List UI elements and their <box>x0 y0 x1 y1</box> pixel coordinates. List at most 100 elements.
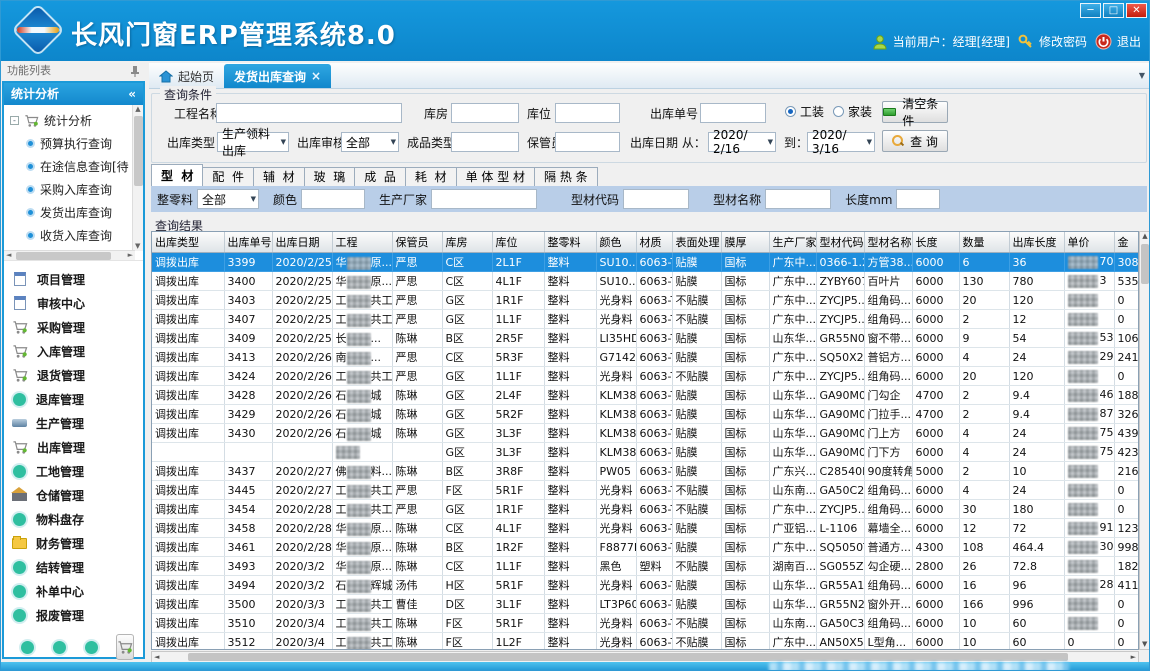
tab-list-dropdown-icon[interactable]: ▼ <box>1139 71 1145 80</box>
color-input[interactable] <box>301 189 365 209</box>
tab-close-icon[interactable]: × <box>311 69 321 83</box>
audit-select[interactable]: 全部▼ <box>341 132 399 152</box>
table-row[interactable]: 调拨出库33992020/2/25华原...严思C区2L1F整料SU10...6… <box>152 253 1139 272</box>
material-tab[interactable]: 耗 材 <box>405 167 457 186</box>
material-tab[interactable]: 型 材 <box>151 164 203 186</box>
collapse-icon[interactable]: « <box>128 83 136 105</box>
column-header[interactable]: 出库类型 <box>152 232 224 253</box>
date-from-select[interactable]: 2020/ 2/16▼ <box>708 132 776 152</box>
date-to-select[interactable]: 2020/ 3/16▼ <box>807 132 875 152</box>
table-row[interactable]: 调拨出库34002020/2/25华原...严思C区4L1F整料SU10...6… <box>152 272 1139 291</box>
change-password-button[interactable]: 修改密码 <box>1018 33 1087 50</box>
sidebar-module-退库管理[interactable]: 退库管理 <box>12 387 143 411</box>
table-row[interactable]: 调拨出库34452020/2/27工共工程严思F区5R1F整料光身料6063-T… <box>152 481 1139 500</box>
tree-item[interactable]: 收货入库查询 <box>10 224 143 247</box>
length-input[interactable] <box>896 189 940 209</box>
location-input[interactable] <box>555 103 620 123</box>
profile-name-input[interactable] <box>765 189 831 209</box>
sidebar-module-结转管理[interactable]: 结转管理 <box>12 555 143 579</box>
column-header[interactable]: 金 <box>1114 232 1139 253</box>
table-row[interactable]: 调拨出库34942020/3/2石辉城汤伟H区5R1F整料光身料6063-T5贴… <box>152 576 1139 595</box>
sidebar-module-项目管理[interactable]: 项目管理 <box>12 267 143 291</box>
logout-button[interactable]: 退出 <box>1095 33 1141 50</box>
radio-home[interactable]: 家装 <box>833 103 872 120</box>
column-header[interactable]: 数量 <box>959 232 1009 253</box>
warehouse-input[interactable] <box>451 103 519 123</box>
column-header[interactable]: 膜厚 <box>721 232 769 253</box>
column-header[interactable]: 表面处理 <box>672 232 721 253</box>
sidebar-module-生产管理[interactable]: 生产管理 <box>12 411 143 435</box>
order-no-input[interactable] <box>700 103 766 123</box>
table-row[interactable]: 调拨出库34242020/2/26工共工程严思G区1L1F整料光身料6063-T… <box>152 367 1139 386</box>
keeper-input[interactable] <box>555 132 620 152</box>
maximize-button[interactable]: □ <box>1103 3 1124 18</box>
pin-icon[interactable] <box>130 65 140 77</box>
table-row[interactable]: 调拨出库34032020/2/25工共工程严思G区1R1F整料光身料6063-T… <box>152 291 1139 310</box>
table-row[interactable]: 调拨出库34072020/2/25工共工程严思G区1L1F整料光身料6063-T… <box>152 310 1139 329</box>
table-row[interactable]: 调拨出库34372020/2/27佛料...陈琳B区3R8F整料PW056063… <box>152 462 1139 481</box>
minimize-button[interactable]: ─ <box>1080 3 1101 18</box>
table-row[interactable]: 调拨出库34092020/2/25长...陈琳B区2R5F整料LI35HD606… <box>152 329 1139 348</box>
column-header[interactable]: 库位 <box>492 232 544 253</box>
sidebar-module-出库管理[interactable]: 出库管理 <box>12 435 143 459</box>
cart-module-button[interactable] <box>116 634 134 660</box>
column-header[interactable]: 出库日期 <box>272 232 332 253</box>
manufacturer-input[interactable] <box>431 189 537 209</box>
collapsed-module-icon[interactable] <box>53 641 66 654</box>
column-header[interactable]: 生产厂家 <box>769 232 816 253</box>
collapsed-module-icon[interactable] <box>85 641 98 654</box>
sidebar-module-退货管理[interactable]: 退货管理 <box>12 363 143 387</box>
sidebar-module-报废管理[interactable]: 报废管理 <box>12 603 143 627</box>
column-header[interactable]: 库房 <box>442 232 492 253</box>
clear-conditions-button[interactable]: 清空条件 <box>882 101 948 123</box>
table-row[interactable]: 调拨出库34132020/2/26南...严思C区5R3F整料G71422606… <box>152 348 1139 367</box>
tree-horizontal-scrollbar[interactable]: ◄► <box>4 250 135 260</box>
column-header[interactable]: 出库单号 <box>224 232 272 253</box>
product-type-input[interactable] <box>451 132 519 152</box>
tree-item[interactable]: 在途信息查询[待 <box>10 155 143 178</box>
radio-industrial[interactable]: 工装 <box>785 103 824 120</box>
material-tab[interactable]: 配 件 <box>202 167 254 186</box>
project-name-input[interactable] <box>216 103 402 123</box>
table-row[interactable]: 调拨出库34542020/2/28工共工程严思G区1R1F整料光身料6063-T… <box>152 500 1139 519</box>
tree-expander-icon[interactable]: - <box>10 116 19 125</box>
table-row[interactable]: 调拨出库35002020/3/3工共工程曹佳D区3L1F整料LT3P606063… <box>152 595 1139 614</box>
table-row[interactable]: 调拨出库34932020/3/2华原...陈琳C区1L1F整料黑色塑料不贴膜国标… <box>152 557 1139 576</box>
column-header[interactable]: 整零料 <box>544 232 596 253</box>
sidebar-module-采购管理[interactable]: 采购管理 <box>12 315 143 339</box>
material-tab[interactable]: 辅 材 <box>253 167 305 186</box>
sidebar-module-仓储管理[interactable]: 仓储管理 <box>12 483 143 507</box>
sidebar-module-物料盘存[interactable]: 物料盘存 <box>12 507 143 531</box>
table-row[interactable]: 调拨出库34292020/2/26石城陈琳G区5R2F整料KLM38176063… <box>152 405 1139 424</box>
sidebar-module-审核中心[interactable]: 审核中心 <box>12 291 143 315</box>
material-tab[interactable]: 单 体 型 材 <box>456 167 535 186</box>
whole-piece-select[interactable]: 全部▼ <box>197 189 259 209</box>
sidebar-module-补单中心[interactable]: 补单中心 <box>12 579 143 603</box>
material-tab[interactable]: 成 品 <box>354 167 406 186</box>
table-row[interactable]: G区3L3F整料KLM38176063-T5贴膜国标山东华...GA90M09.… <box>152 443 1139 462</box>
column-header[interactable]: 长度 <box>912 232 959 253</box>
tree-item[interactable]: 预算执行查询 <box>10 132 143 155</box>
table-row[interactable]: 调拨出库35122020/3/4工共工程陈琳F区1L2F整料光身料6063-T5… <box>152 633 1139 651</box>
collapsed-module-icon[interactable] <box>21 641 34 654</box>
tab-home[interactable]: 起始页 <box>149 64 224 88</box>
sidebar-module-财务管理[interactable]: 财务管理 <box>12 531 143 555</box>
material-tab[interactable]: 隔 热 条 <box>534 167 598 186</box>
table-row[interactable]: 调拨出库35102020/3/4工共工程陈琳F区5R1F整料光身料6063-T5… <box>152 614 1139 633</box>
search-button[interactable]: 查 询 <box>882 130 948 152</box>
column-header[interactable]: 出库长度 <box>1009 232 1064 253</box>
tree-item[interactable]: 采购入库查询 <box>10 178 143 201</box>
column-header[interactable]: 保管员 <box>392 232 442 253</box>
sidebar-module-工地管理[interactable]: 工地管理 <box>12 459 143 483</box>
material-tab[interactable]: 玻 璃 <box>304 167 356 186</box>
table-vertical-scrollbar[interactable]: ▲▼ <box>1139 231 1150 650</box>
column-header[interactable]: 型材代码 <box>816 232 864 253</box>
tree-root[interactable]: -统计分析 <box>10 109 143 132</box>
profile-code-input[interactable] <box>623 189 689 209</box>
tree-vertical-scrollbar[interactable]: ▲▼ <box>132 105 143 251</box>
column-header[interactable]: 工程 <box>332 232 392 253</box>
column-header[interactable]: 单价 <box>1064 232 1114 253</box>
sidebar-module-入库管理[interactable]: 入库管理 <box>12 339 143 363</box>
table-row[interactable]: 调拨出库34582020/2/28华原...陈琳C区4L1F整料光身料6063-… <box>152 519 1139 538</box>
column-header[interactable]: 型材名称 <box>864 232 912 253</box>
